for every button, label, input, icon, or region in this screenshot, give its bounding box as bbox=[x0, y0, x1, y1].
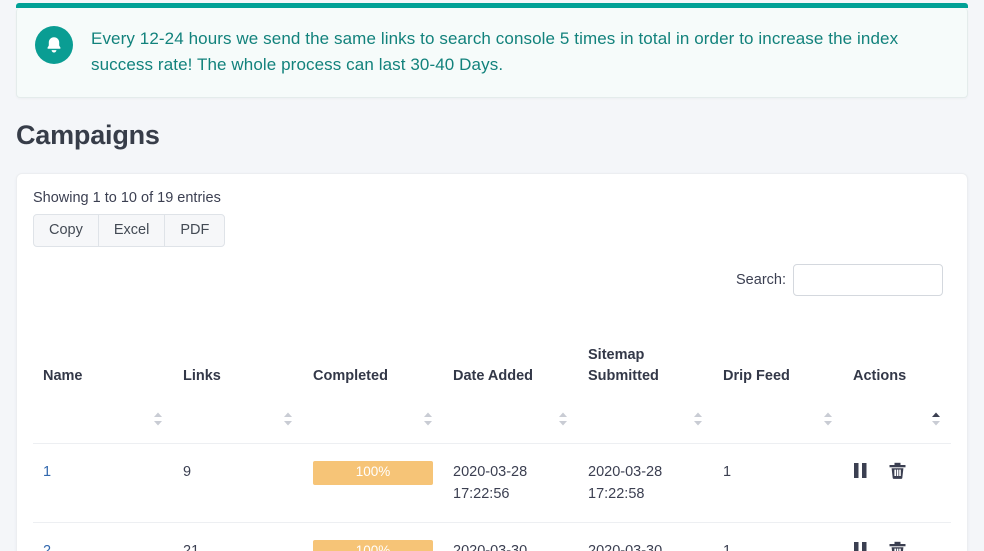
bell-icon bbox=[35, 26, 73, 64]
column-header-name[interactable]: Name bbox=[33, 318, 173, 444]
progress-track: 100% bbox=[313, 460, 433, 485]
table-header: Name Links Completed Date Added Sitemap … bbox=[33, 318, 951, 444]
cell-sitemap-submitted: 2020-03-28 17:22:58 bbox=[578, 442, 713, 523]
cell-links: 9 bbox=[173, 442, 303, 523]
column-label-completed: Completed bbox=[313, 367, 388, 384]
sort-icon-sitemap-submitted[interactable] bbox=[693, 412, 703, 426]
sort-icon-date-added[interactable] bbox=[558, 412, 568, 426]
column-header-sitemap-submitted[interactable]: Sitemap Submitted bbox=[578, 318, 713, 444]
search-input[interactable] bbox=[793, 263, 943, 296]
cell-date-added: 2020-03-30 13:03:28 bbox=[443, 521, 578, 551]
delete-icon[interactable] bbox=[888, 461, 907, 487]
pause-icon[interactable] bbox=[853, 541, 868, 551]
page-title: Campaigns bbox=[16, 119, 160, 150]
cell-completed: 100% bbox=[303, 442, 443, 523]
sort-icon-completed[interactable] bbox=[423, 412, 433, 426]
sort-icon-name[interactable] bbox=[153, 412, 163, 426]
column-header-drip-feed[interactable]: Drip Feed bbox=[713, 318, 843, 444]
cell-name: 1 bbox=[33, 442, 173, 523]
column-label-date-added: Date Added bbox=[453, 367, 534, 384]
cell-links: 21 bbox=[173, 521, 303, 551]
alert-message: Every 12-24 hours we send the same links… bbox=[91, 29, 899, 75]
copy-button[interactable]: Copy bbox=[33, 213, 99, 247]
table-row: 2 21 100% 2020-03-30 13:03:28 2020-03-30… bbox=[33, 521, 951, 551]
sort-icon-actions-asc[interactable] bbox=[931, 412, 941, 426]
pause-icon[interactable] bbox=[853, 462, 868, 486]
cell-name: 2 bbox=[33, 521, 173, 551]
progress-bar: 100% bbox=[313, 460, 433, 485]
entries-info: Showing 1 to 10 of 19 entries bbox=[33, 189, 221, 206]
progress-bar: 100% bbox=[313, 539, 433, 551]
campaign-link[interactable]: 1 bbox=[43, 464, 51, 480]
alert-container: Every 12-24 hours we send the same links… bbox=[0, 8, 984, 98]
cell-completed: 100% bbox=[303, 521, 443, 551]
search-label: Search: bbox=[736, 271, 786, 288]
column-label-name: Name bbox=[43, 367, 83, 384]
search-row: Search: bbox=[33, 263, 951, 296]
table-body: 1 9 100% 2020-03-28 17:22:56 2020-03-28 … bbox=[33, 442, 951, 551]
delete-icon[interactable] bbox=[888, 540, 907, 551]
campaigns-table: Name Links Completed Date Added Sitemap … bbox=[33, 318, 951, 551]
table-row: 1 9 100% 2020-03-28 17:22:56 2020-03-28 … bbox=[33, 442, 951, 523]
cell-actions bbox=[843, 521, 951, 551]
column-header-links[interactable]: Links bbox=[173, 318, 303, 444]
sort-icon-links[interactable] bbox=[283, 412, 293, 426]
sort-icon-drip-feed[interactable] bbox=[823, 412, 833, 426]
excel-button[interactable]: Excel bbox=[97, 213, 166, 247]
column-header-completed[interactable]: Completed bbox=[303, 318, 443, 444]
table-header-row: Name Links Completed Date Added Sitemap … bbox=[33, 318, 951, 444]
info-alert: Every 12-24 hours we send the same links… bbox=[16, 8, 968, 98]
campaign-link[interactable]: 2 bbox=[43, 543, 51, 551]
column-header-actions[interactable]: Actions bbox=[843, 318, 951, 444]
campaigns-card: Showing 1 to 10 of 19 entries Copy Excel… bbox=[16, 172, 968, 551]
cell-drip-feed: 1 bbox=[713, 442, 843, 523]
export-button-group: Copy Excel PDF bbox=[33, 213, 951, 247]
column-label-sitemap-submitted: Sitemap Submitted bbox=[588, 346, 659, 384]
cell-sitemap-submitted: 2020-03-30 13:03:29 bbox=[578, 521, 713, 551]
column-header-date-added[interactable]: Date Added bbox=[443, 318, 578, 444]
cell-actions bbox=[843, 442, 951, 523]
cell-date-added: 2020-03-28 17:22:56 bbox=[443, 442, 578, 523]
cell-drip-feed: 1 bbox=[713, 521, 843, 551]
column-label-drip-feed: Drip Feed bbox=[723, 367, 790, 384]
pdf-button[interactable]: PDF bbox=[164, 213, 226, 247]
column-label-links: Links bbox=[183, 367, 221, 384]
progress-track: 100% bbox=[313, 539, 433, 551]
column-label-actions: Actions bbox=[853, 367, 907, 384]
